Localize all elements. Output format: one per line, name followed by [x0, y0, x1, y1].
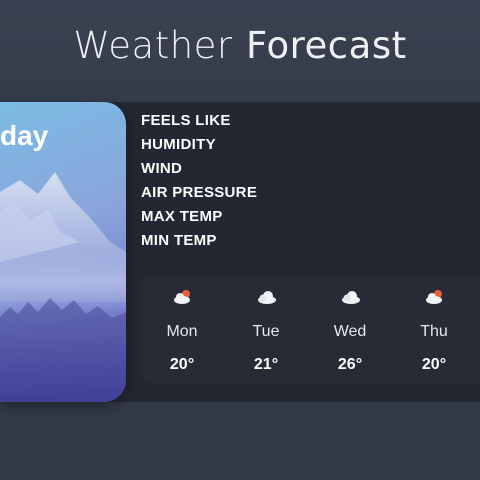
day-temp: 20°: [169, 356, 195, 373]
hero-day-label: day: [0, 120, 49, 151]
day-name: Mon: [166, 323, 198, 340]
detail-humidity: HUMIDITY: [141, 136, 216, 153]
forecast-day-tue[interactable]: Tue 21°: [236, 276, 296, 384]
forecast-day-wed[interactable]: Wed 26°: [320, 276, 380, 384]
day-name: Tue: [252, 323, 280, 340]
detail-air-pressure: AIR PRESSURE: [141, 184, 258, 201]
title-bold: Forecast: [246, 24, 407, 67]
day-temp: 21°: [253, 356, 279, 373]
sun-behind-cloud-icon: [174, 290, 190, 304]
title-light: Weather: [73, 24, 233, 67]
detail-feels-like: FEELS LIKE: [141, 112, 231, 129]
day-temp: 26°: [337, 356, 363, 373]
day-name: Thu: [420, 323, 448, 340]
day-name: Wed: [333, 323, 367, 340]
cloud-icon: [258, 291, 276, 304]
cloud-icon: [342, 291, 360, 304]
weather-details: FEELS LIKE HUMIDITY WIND AIR PRESSURE MA…: [141, 112, 257, 256]
sun-behind-cloud-icon: [426, 290, 442, 304]
forecast-day-thu[interactable]: Thu 20°: [404, 276, 464, 384]
today-card[interactable]: day: [0, 102, 126, 402]
page-title: Weather Forecast: [0, 24, 480, 67]
forecast-day-mon[interactable]: Mon 20°: [152, 276, 212, 384]
detail-wind: WIND: [141, 160, 183, 177]
forecast-strip: Mon 20° Tue 21° Wed 26° Thu 20°: [141, 276, 480, 384]
detail-min-temp: MIN TEMP: [141, 232, 217, 249]
detail-max-temp: MAX TEMP: [141, 208, 223, 225]
day-temp: 20°: [421, 356, 447, 373]
